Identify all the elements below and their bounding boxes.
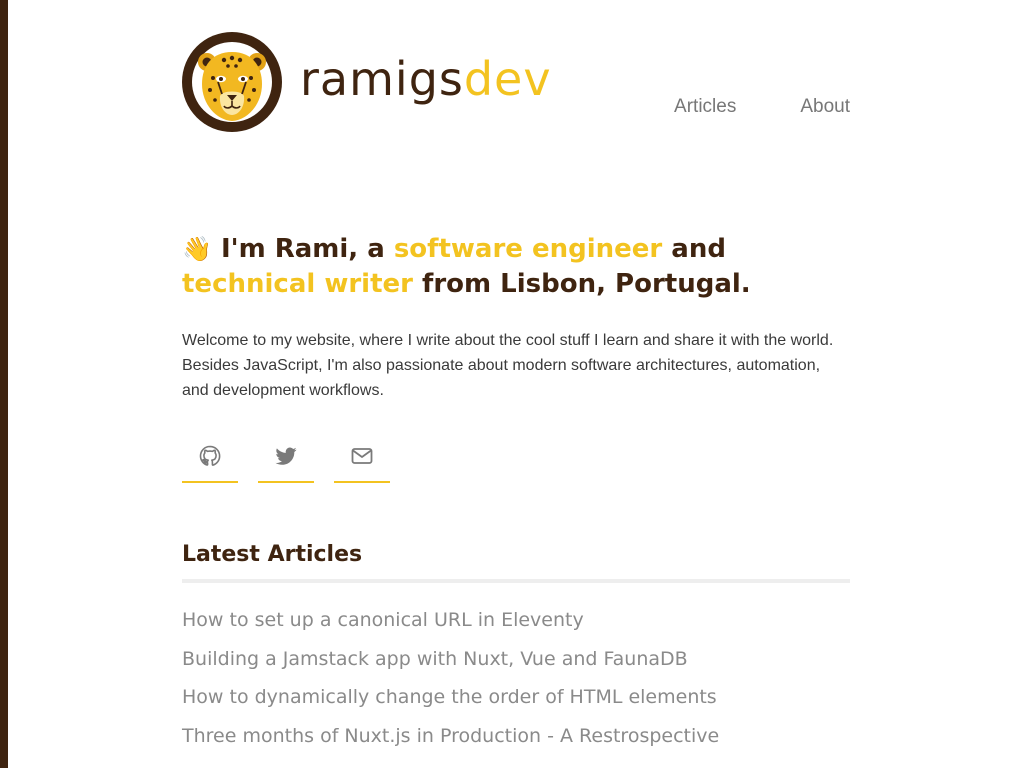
article-link[interactable]: Three months of Nuxt.js in Production - … — [182, 725, 719, 747]
intro-paragraph: Welcome to my website, where I write abo… — [182, 332, 834, 399]
hero-role-technical-writer: technical writer — [182, 269, 413, 299]
brand-name-part1: ramigs — [300, 52, 464, 106]
latest-articles-heading: Latest Articles — [182, 542, 363, 567]
twitter-icon — [275, 447, 297, 465]
brand-wordmark: ramigsdev — [300, 56, 552, 102]
waving-hand-icon: 👋 — [182, 235, 212, 263]
articles-list: How to set up a canonical URL in Elevent… — [182, 609, 719, 763]
page-container: ramigsdev Articles About 👋 I'm Rami, a s… — [182, 0, 850, 747]
social-links — [182, 430, 390, 483]
home-logo-link[interactable]: ramigsdev — [182, 32, 552, 132]
list-item: How to dynamically change the order of H… — [182, 686, 719, 725]
section-divider — [182, 579, 850, 583]
hero-heading: 👋 I'm Rami, a software engineer and tech… — [182, 232, 842, 302]
list-item: Three months of Nuxt.js in Production - … — [182, 725, 719, 764]
github-link[interactable] — [182, 430, 238, 483]
site-header: ramigsdev Articles About — [182, 0, 850, 140]
mail-icon — [351, 447, 373, 464]
hero-role-software-engineer: software engineer — [393, 234, 663, 264]
leopard-icon — [182, 32, 282, 132]
nav-link-articles[interactable]: Articles — [674, 96, 736, 118]
email-link[interactable] — [334, 430, 390, 483]
left-accent-strip — [0, 0, 8, 768]
article-link[interactable]: Building a Jamstack app with Nuxt, Vue a… — [182, 648, 688, 670]
article-link[interactable]: How to set up a canonical URL in Elevent… — [182, 609, 584, 631]
nav-link-about[interactable]: About — [800, 96, 850, 118]
hero-text-1: I'm Rami, a — [211, 234, 394, 264]
github-icon — [199, 445, 221, 466]
brand-name-part2: dev — [463, 52, 552, 106]
hero-text-3: from Lisbon, Portugal. — [412, 269, 751, 299]
list-item: How to set up a canonical URL in Elevent… — [182, 609, 719, 648]
twitter-link[interactable] — [258, 430, 314, 483]
article-link[interactable]: How to dynamically change the order of H… — [182, 686, 717, 708]
list-item: Building a Jamstack app with Nuxt, Vue a… — [182, 648, 719, 687]
main-nav: Articles About — [674, 96, 850, 118]
hero-text-2: and — [662, 234, 726, 264]
